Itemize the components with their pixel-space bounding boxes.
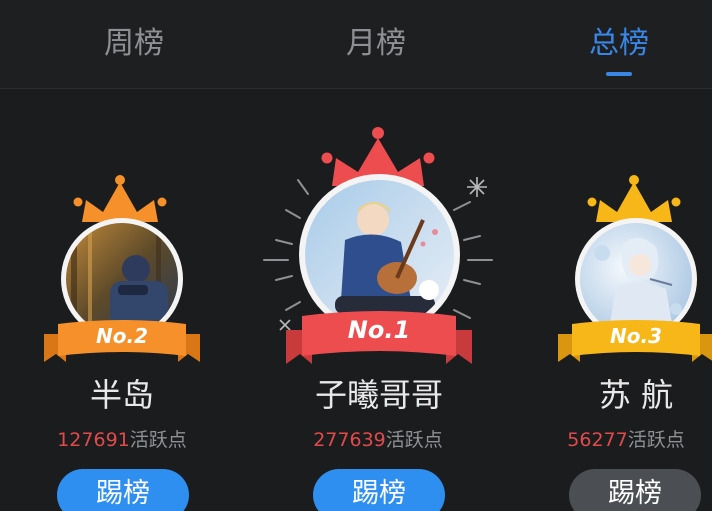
kick-rank-button[interactable]: 踢榜 [57,469,189,511]
rank-label: No.3 [610,324,662,348]
leaderboard-screen: 周榜 月榜 总榜 No.2 半岛 127691活跃点 踢榜 No.1 子曦哥哥 … [0,0,712,511]
avatar-image [305,180,454,329]
tab-active-indicator [606,72,632,76]
activity-unit: 活跃点 [627,429,685,451]
avatar[interactable] [305,180,454,329]
activity-value: 56277 [567,429,628,451]
activity-points: 127691活跃点 [20,425,224,452]
kick-rank-button[interactable]: 踢榜 [569,469,701,511]
activity-points: 277639活跃点 [278,425,478,452]
activity-points: 56277活跃点 [540,425,712,452]
tab-total[interactable]: 总榜 [549,22,689,66]
kick-rank-button[interactable]: 踢榜 [313,469,445,511]
user-name: 苏 航 [598,376,674,414]
tab-weekly[interactable]: 周榜 [64,22,204,66]
activity-value: 277639 [313,429,386,451]
activity-unit: 活跃点 [385,429,443,451]
user-name: 半岛 [89,376,154,414]
tab-bar: 周榜 月榜 总榜 [0,0,712,89]
activity-value: 127691 [57,429,130,451]
activity-unit: 活跃点 [129,429,187,451]
user-name: 子曦哥哥 [314,376,443,414]
tab-monthly[interactable]: 月榜 [306,22,446,66]
rank-label: No.2 [96,324,148,348]
rank-label: No.1 [347,316,411,344]
